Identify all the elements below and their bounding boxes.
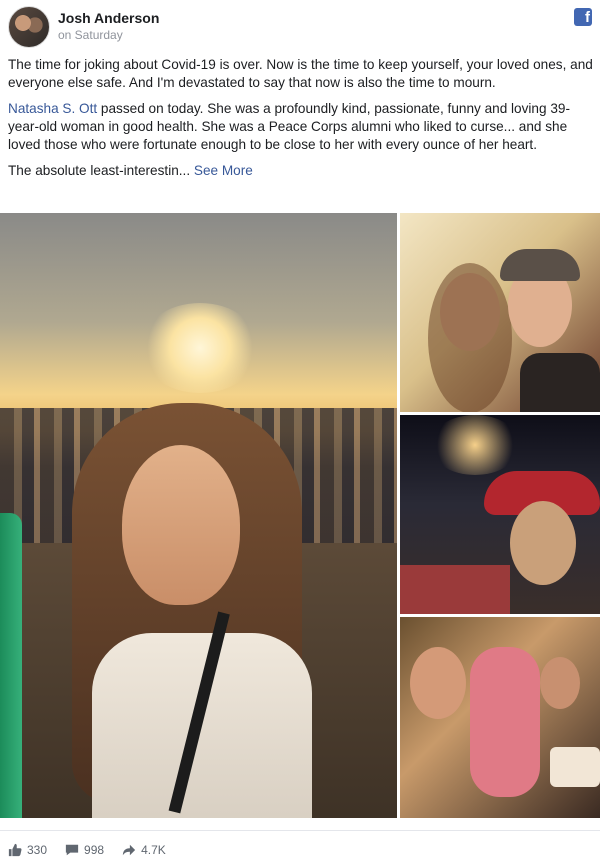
divider — [0, 830, 600, 831]
thumbnail-photo-couple[interactable] — [400, 213, 600, 412]
avatar[interactable] — [8, 6, 50, 48]
woman-face — [122, 445, 240, 605]
woman-face-left — [410, 647, 466, 719]
man-face — [540, 657, 580, 709]
sunset-glow — [140, 303, 260, 393]
like-count[interactable]: 330 — [8, 843, 47, 857]
main-photo[interactable] — [0, 213, 397, 818]
see-more-link[interactable]: See More — [194, 163, 253, 178]
photo-grid — [0, 213, 600, 818]
paragraph-1: The time for joking about Covid-19 is ov… — [8, 57, 593, 90]
red-carpet — [400, 565, 510, 614]
truncated-text: The absolute least-interestin... — [8, 163, 191, 178]
author-name[interactable]: Josh Anderson — [58, 10, 159, 26]
post-timestamp[interactable]: on Saturday — [58, 28, 123, 42]
facebook-icon: f — [574, 8, 592, 26]
post-header: Josh Anderson on Saturday f — [8, 6, 592, 48]
person-left-hair — [428, 263, 512, 412]
comment-icon — [65, 844, 79, 856]
engagement-bar: 330 998 4.7K — [8, 840, 166, 860]
woman-face-red-hat — [510, 501, 576, 585]
share-count[interactable]: 4.7K — [122, 843, 166, 857]
person-right-jacket — [520, 353, 600, 412]
facebook-post: Josh Anderson on Saturday f The time for… — [0, 0, 600, 863]
thumbnail-photo-birthday[interactable] — [400, 617, 600, 818]
paragraph-2: Natasha S. Ott passed on today. She was … — [8, 100, 594, 154]
woman-pink-dress — [470, 647, 540, 797]
post-text: The time for joking about Covid-19 is ov… — [8, 56, 594, 188]
fireworks — [430, 415, 520, 475]
person-right-hat — [500, 249, 580, 281]
mention-link[interactable]: Natasha S. Ott — [8, 101, 97, 116]
paragraph-3: The absolute least-interestin... See Mor… — [8, 162, 594, 180]
green-object — [0, 513, 22, 818]
thumbnail-photo-red-hat[interactable] — [400, 415, 600, 614]
share-arrow-icon — [122, 844, 136, 856]
share-count-value: 4.7K — [141, 843, 166, 857]
comment-count[interactable]: 998 — [65, 843, 104, 857]
like-count-value: 330 — [27, 843, 48, 857]
birthday-cake — [550, 747, 600, 787]
thumbs-up-icon — [8, 843, 22, 857]
comment-count-value: 998 — [84, 843, 105, 857]
